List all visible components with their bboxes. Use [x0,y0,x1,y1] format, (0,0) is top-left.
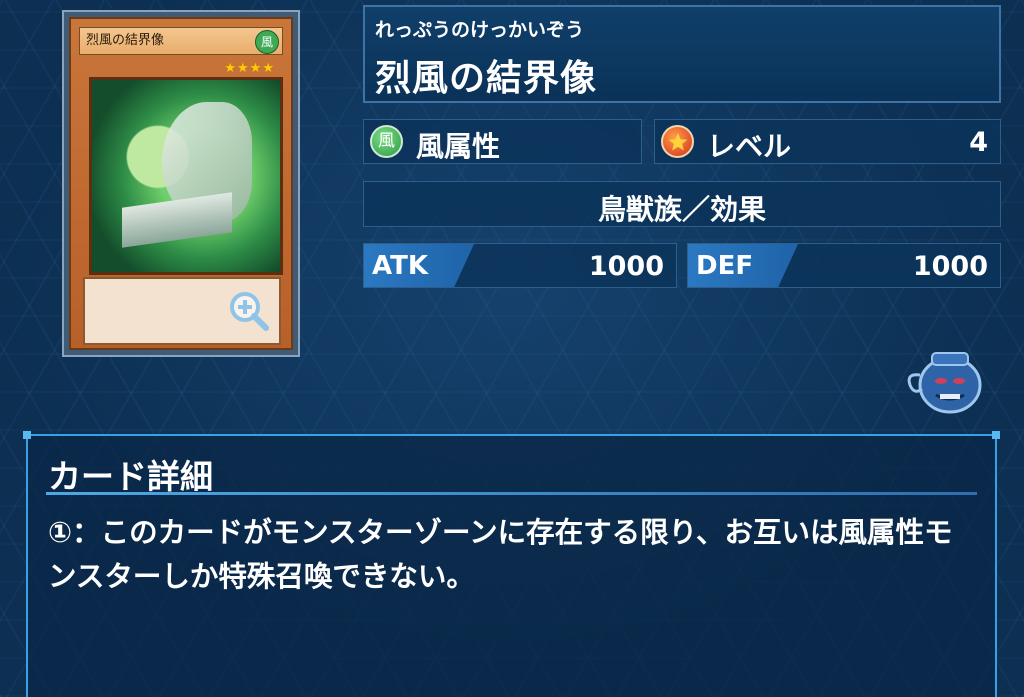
card-image-stars: ★★★★ [224,61,275,76]
panel-corner [23,431,31,439]
wind-attribute-icon: 風 [370,125,403,158]
panel-corner [992,431,1000,439]
card-image[interactable]: 烈風の結界像 風 ★★★★ [62,10,300,357]
detail-title: カード詳細 [48,457,213,496]
level-label: レベル [707,130,792,163]
card-name-panel: れっぷうのけっかいぞう 烈風の結界像 [363,5,1001,103]
level-value: 4 [969,127,988,158]
def-label: DEF [696,251,754,281]
def-value: 1000 [912,251,988,282]
card-detail-panel: カード詳細 ①：このカードがモンスターゾーンに存在する限り、お互いは風属性モンス… [23,431,1000,697]
zoom-in-icon[interactable] [227,289,271,333]
atk-label: ATK [372,251,428,281]
type-box: 鳥獣族／効果 [363,181,1001,227]
atk-value: 1000 [588,251,664,282]
card-effect-text: ①：このカードがモンスターゾーンに存在する限り、お互いは風属性モンスターしか特殊… [48,516,953,593]
card-illustration: 烈風の結界像 風 ★★★★ [69,17,293,350]
level-box: レベル 4 [654,119,1001,164]
def-box: DEF 1000 [687,243,1001,288]
monster-type: 鳥獣族／効果 [597,193,766,226]
card-image-name: 烈風の結界像 [79,27,283,55]
star-icon [661,125,694,158]
atk-box: ATK 1000 [363,243,677,288]
attribute-box: 風 風属性 [363,119,642,164]
card-name: 烈風の結界像 [375,58,598,99]
detail-divider [46,492,977,495]
pot-of-greed-icon[interactable] [904,345,984,415]
artwork-base [122,192,232,248]
card-image-textbox [83,277,281,345]
card-artwork [89,77,283,275]
card-image-attribute: 風 [255,30,279,54]
attribute-label: 風属性 [416,130,501,163]
card-name-reading: れっぷうのけっかいぞう [375,19,585,41]
